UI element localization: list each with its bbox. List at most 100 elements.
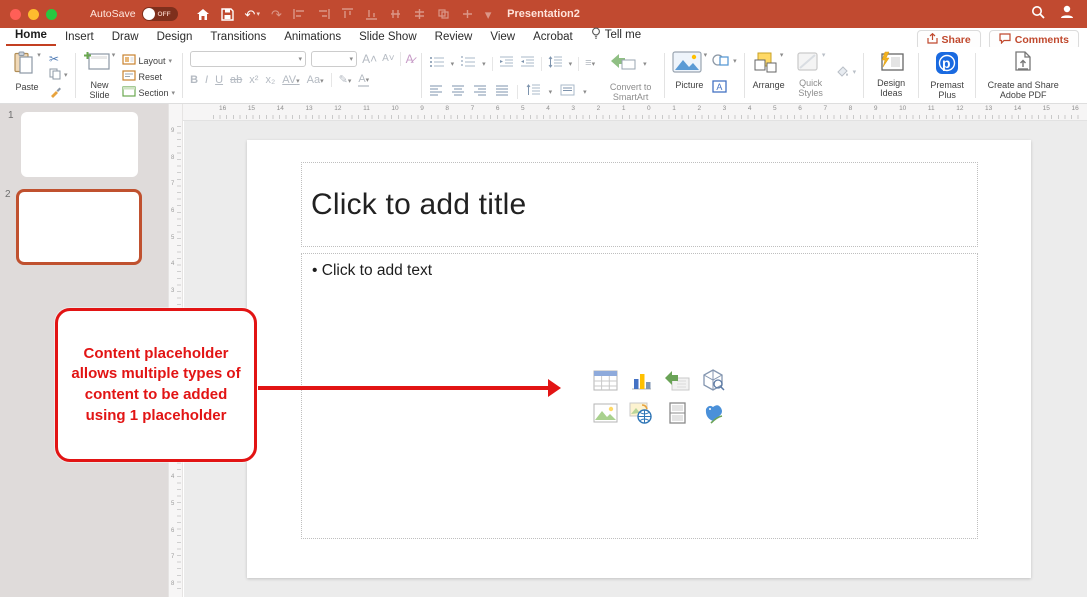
svg-text:p: p [942,55,951,71]
picture-icon[interactable] [592,401,618,425]
picture-button[interactable]: ▾ Picture [672,51,708,90]
tab-insert[interactable]: Insert [56,29,103,46]
account-icon[interactable] [1059,4,1075,24]
online-pictures-icon[interactable] [628,401,654,425]
reset-button[interactable]: Reset [122,70,163,83]
chart-icon[interactable] [628,368,654,392]
more-commands-icon[interactable] [461,8,474,20]
italic-button[interactable]: I [205,75,208,86]
tab-home[interactable]: Home [6,27,56,46]
home-icon[interactable] [196,8,210,21]
video-icon[interactable] [664,401,690,425]
smartart-icon[interactable] [664,368,690,392]
picture-dropdown-caret[interactable]: ▾ [704,51,708,59]
undo-icon[interactable]: ↶▾ [245,8,260,21]
tab-review[interactable]: Review [426,29,482,46]
new-slide-dropdown-caret[interactable]: ▾ [112,51,116,59]
tab-view[interactable]: View [481,29,524,46]
bullets-button[interactable] [429,55,445,73]
cut-button[interactable]: ✂ [49,53,59,65]
clipboard-group: ▾ Paste ✂ ▾ [6,50,72,101]
text-direction-button[interactable]: ≡▾ [585,58,595,69]
align-left-button[interactable] [429,83,443,101]
justify-button[interactable] [495,83,509,101]
font-name-combobox[interactable]: ▾ [190,51,306,67]
paste-button[interactable]: ▾ Paste [10,51,44,92]
underline-button[interactable]: U [215,75,223,86]
tab-acrobat[interactable]: Acrobat [524,29,582,46]
convert-smartart-label[interactable]: Convert to SmartArt [605,82,657,103]
design-ideas-button[interactable]: Design Ideas [871,51,911,99]
slide-canvas[interactable]: Click to add title • Click to add text [247,140,1031,578]
icons-icon[interactable] [700,401,726,425]
section-button[interactable]: Section▾ [122,86,176,99]
font-color-button[interactable]: A▾ [358,74,369,87]
arrange-dropdown-caret[interactable]: ▾ [780,51,784,59]
paste-dropdown-caret[interactable]: ▾ [37,51,41,59]
format-painter-button[interactable] [49,85,62,100]
decrease-font-size-button[interactable]: A˅ [382,54,395,64]
paragraph-group: ▾ ▾ ▾ ≡▾ ▾ ▾ ▾ Convert to SmartArt [425,50,661,101]
adobe-pdf-button[interactable]: Create and Share Adobe PDF [983,51,1063,101]
quick-styles-icon [796,51,820,78]
autosave-toggle[interactable]: OFF [142,7,178,21]
align-top-objects-icon [341,8,354,20]
tab-slide-show[interactable]: Slide Show [350,29,426,46]
close-window-button[interactable] [10,9,21,20]
tab-design[interactable]: Design [148,29,202,46]
convert-smartart-icon[interactable] [609,51,637,76]
align-right-objects-icon [317,8,330,20]
new-slide-label: New Slide [84,80,116,101]
quick-styles-button[interactable]: ▾ Quick Styles [792,51,830,99]
minimize-window-button[interactable] [28,9,39,20]
tab-transitions[interactable]: Transitions [201,29,275,46]
slide-2-thumbnail[interactable] [16,189,142,265]
font-size-combobox[interactable]: ▾ [311,51,357,67]
bold-button[interactable]: B [190,75,198,86]
line-spacing-button[interactable] [548,55,563,73]
shapes-button[interactable]: ▾ [712,53,737,69]
adobe-pdf-label: Create and Share Adobe PDF [983,80,1063,101]
align-left-objects-icon [293,8,306,20]
columns-button[interactable] [526,83,541,101]
zoom-window-button[interactable] [46,9,57,20]
picture-label: Picture [675,80,703,90]
align-center-button[interactable] [451,83,465,101]
character-spacing-button[interactable]: AV▾ [282,75,299,86]
arrange-button[interactable]: ▾ Arrange [752,51,786,90]
premast-plus-button[interactable]: p Premast Plus [926,51,968,101]
tab-draw[interactable]: Draw [103,29,148,46]
increase-indent-button[interactable] [520,55,535,73]
superscript-button[interactable]: x² [249,75,258,86]
annotation-arrow-head [548,379,561,397]
text-box-button[interactable]: A [712,80,727,95]
align-text-button[interactable] [560,83,575,101]
change-case-button[interactable]: Aa▾ [307,75,324,86]
3d-model-icon[interactable] [700,368,726,392]
redo-icon[interactable]: ↷ [271,8,282,21]
title-placeholder[interactable]: Click to add title [301,162,978,247]
decrease-indent-button[interactable] [499,55,514,73]
tab-animations[interactable]: Animations [275,29,350,46]
align-right-button[interactable] [473,83,487,101]
slide-1-thumbnail[interactable] [21,112,138,177]
layout-button[interactable]: Layout▾ [122,54,173,67]
search-icon[interactable] [1031,5,1045,24]
strikethrough-button[interactable]: ab [230,75,242,86]
increase-font-size-button[interactable]: A˄ [362,53,377,65]
adobe-pdf-group: Create and Share Adobe PDF [979,50,1067,101]
text-highlight-button[interactable]: ✎▾ [339,75,352,86]
toolbar-overflow-icon[interactable]: ▾ [485,8,492,21]
share-icon [927,33,938,47]
shape-fill-button[interactable]: ▾ [835,65,857,79]
copy-button[interactable]: ▾ [49,68,68,82]
save-icon[interactable] [221,8,234,21]
table-icon[interactable] [592,368,618,392]
section-icon [122,86,136,99]
new-slide-button[interactable]: ▾ New Slide [83,51,117,101]
subscript-button[interactable]: x₂ [265,75,275,86]
tab-tell-me[interactable]: Tell me [582,25,650,46]
arrange-group: ▾ Arrange ▾ Quick Styles ▾ [748,50,861,101]
clear-formatting-button[interactable]: A̷ [406,53,414,65]
numbering-button[interactable] [460,55,476,73]
